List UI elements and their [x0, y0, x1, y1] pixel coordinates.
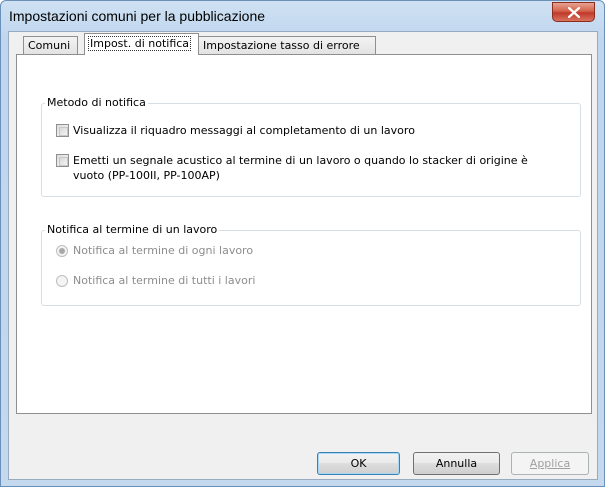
ok-button[interactable]: OK	[317, 452, 400, 475]
cancel-button-label: Annulla	[435, 457, 478, 470]
ok-button-label: OK	[350, 457, 367, 470]
show-message-checkbox[interactable]	[56, 124, 69, 137]
close-button[interactable]	[552, 2, 595, 22]
beep-checkbox[interactable]	[56, 154, 69, 167]
beep-label-line1: Emetti un segnale acustico al termine di…	[73, 154, 528, 167]
notify-each-job-radio[interactable]	[56, 245, 68, 257]
tab-error-rate[interactable]: Impostazione tasso di errore	[198, 36, 376, 54]
tab-label: Comuni	[28, 39, 71, 52]
tab-label: Impostazione tasso di errore	[203, 39, 360, 52]
close-icon	[568, 7, 580, 18]
apply-button-label: Applica	[529, 457, 571, 470]
window-title: Impostazioni comuni per la pubblicazione	[9, 8, 266, 24]
title-bar[interactable]: Impostazioni comuni per la pubblicazione	[1, 1, 604, 31]
notify-method-legend: Metodo di notifica	[45, 96, 148, 109]
cancel-button[interactable]: Annulla	[413, 452, 500, 475]
notify-end-group	[41, 230, 581, 306]
show-message-label: Visualizza il riquadro messaggi al compl…	[73, 124, 415, 137]
notify-all-jobs-label: Notifica al termine di tutti i lavori	[73, 274, 256, 287]
notify-end-legend: Notifica al termine di un lavoro	[45, 223, 220, 236]
beep-label-line2: vuoto (PP-100II, PP-100AP)	[73, 169, 220, 182]
tab-comuni[interactable]: Comuni	[23, 36, 78, 54]
apply-button[interactable]: Applica	[511, 452, 589, 475]
notify-all-jobs-radio[interactable]	[56, 275, 68, 287]
tab-panel: Metodo di notifica Visualizza il riquadr…	[16, 54, 592, 414]
tab-label: Impost. di notifica	[87, 36, 192, 51]
notify-each-job-label: Notifica al termine di ogni lavoro	[73, 244, 254, 257]
tab-notification-settings[interactable]: Impost. di notifica	[84, 33, 199, 55]
